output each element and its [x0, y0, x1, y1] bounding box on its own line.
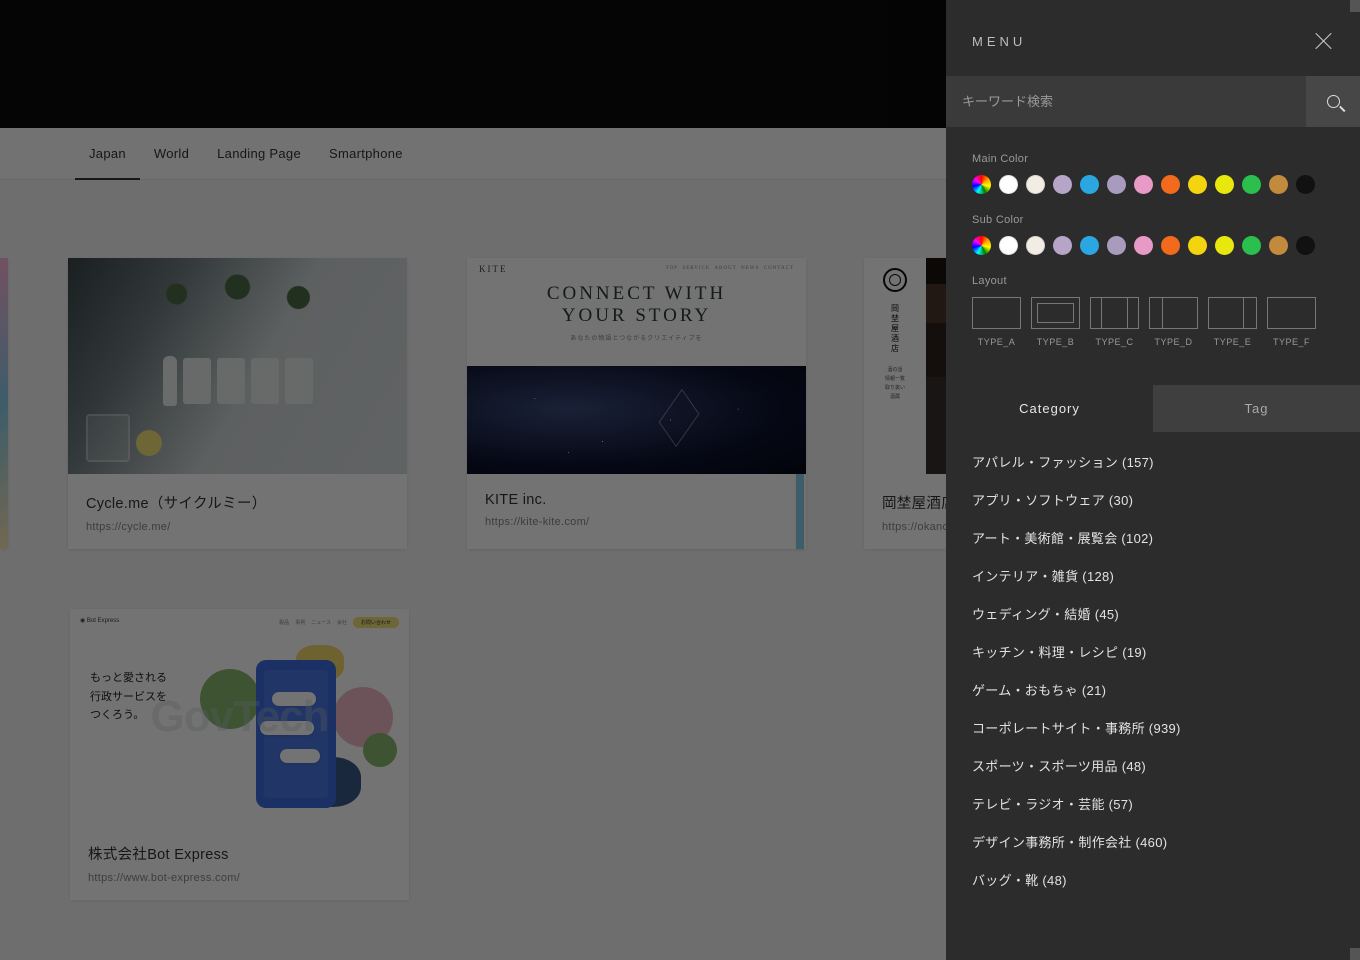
category-list: アパレル・ファッション (157) アプリ・ソフトウェア (30) アート・美術館・…: [946, 432, 1360, 909]
search-button[interactable]: [1306, 76, 1360, 127]
search-input[interactable]: [946, 76, 1306, 127]
color-swatch[interactable]: [1215, 236, 1234, 255]
layout-options: TYPE_ATYPE_BTYPE_CTYPE_DTYPE_ETYPE_F: [972, 297, 1334, 347]
layout-option[interactable]: TYPE_C: [1090, 297, 1139, 347]
close-icon[interactable]: [1312, 30, 1334, 52]
color-swatch[interactable]: [1188, 175, 1207, 194]
color-swatch[interactable]: [1134, 175, 1153, 194]
color-swatch[interactable]: [1026, 236, 1045, 255]
main-color-label: Main Color: [972, 153, 1334, 165]
subtab-category[interactable]: Category: [946, 385, 1153, 432]
search-icon: [1327, 95, 1340, 108]
menu-title: MENU: [972, 34, 1026, 49]
color-swatch-all[interactable]: [972, 236, 991, 255]
color-swatch[interactable]: [1188, 236, 1207, 255]
color-swatch[interactable]: [1107, 175, 1126, 194]
category-item[interactable]: キッチン・料理・レシピ (19): [972, 642, 1334, 661]
category-item[interactable]: スポーツ・スポーツ用品 (48): [972, 756, 1334, 775]
color-swatch[interactable]: [1053, 236, 1072, 255]
sub-color-swatches: [972, 236, 1334, 255]
color-swatch-all[interactable]: [972, 175, 991, 194]
color-swatch[interactable]: [1296, 236, 1315, 255]
color-swatch[interactable]: [1215, 175, 1234, 194]
filter-subtabs: Category Tag: [946, 385, 1360, 432]
color-swatch[interactable]: [1269, 236, 1288, 255]
color-swatch[interactable]: [999, 175, 1018, 194]
menu-sidebar: MENU Main Color Sub Color Layout TYPE_AT…: [946, 0, 1360, 960]
layout-option[interactable]: TYPE_A: [972, 297, 1021, 347]
menu-header: MENU: [946, 0, 1360, 76]
scroll-down-icon[interactable]: [1350, 948, 1360, 960]
category-item[interactable]: コーポレートサイト・事務所 (939): [972, 718, 1334, 737]
color-swatch[interactable]: [1242, 175, 1261, 194]
category-item[interactable]: インテリア・雑貨 (128): [972, 566, 1334, 585]
category-item[interactable]: デザイン事務所・制作会社 (460): [972, 832, 1334, 851]
main-color-swatches: [972, 175, 1334, 194]
layout-option[interactable]: TYPE_E: [1208, 297, 1257, 347]
color-swatch[interactable]: [999, 236, 1018, 255]
color-swatch[interactable]: [1107, 236, 1126, 255]
layout-option[interactable]: TYPE_B: [1031, 297, 1080, 347]
color-swatch[interactable]: [1053, 175, 1072, 194]
color-swatch[interactable]: [1026, 175, 1045, 194]
sub-color-label: Sub Color: [972, 214, 1334, 226]
layout-label: Layout: [972, 275, 1334, 287]
category-item[interactable]: テレビ・ラジオ・芸能 (57): [972, 794, 1334, 813]
color-swatch[interactable]: [1161, 236, 1180, 255]
color-swatch[interactable]: [1269, 175, 1288, 194]
color-swatch[interactable]: [1080, 236, 1099, 255]
category-item[interactable]: アパレル・ファッション (157): [972, 452, 1334, 471]
color-swatch[interactable]: [1161, 175, 1180, 194]
color-swatch[interactable]: [1134, 236, 1153, 255]
category-item[interactable]: アプリ・ソフトウェア (30): [972, 490, 1334, 509]
color-swatch[interactable]: [1242, 236, 1261, 255]
search-row: [946, 76, 1360, 127]
color-swatch[interactable]: [1080, 175, 1099, 194]
category-item[interactable]: ゲーム・おもちゃ (21): [972, 680, 1334, 699]
layout-option[interactable]: TYPE_F: [1267, 297, 1316, 347]
scroll-up-icon[interactable]: [1350, 0, 1360, 12]
category-item[interactable]: ウェディング・結婚 (45): [972, 604, 1334, 623]
color-swatch[interactable]: [1296, 175, 1315, 194]
category-item[interactable]: アート・美術館・展覧会 (102): [972, 528, 1334, 547]
subtab-tag[interactable]: Tag: [1153, 385, 1360, 432]
category-item[interactable]: バッグ・靴 (48): [972, 870, 1334, 889]
layout-option[interactable]: TYPE_D: [1149, 297, 1198, 347]
